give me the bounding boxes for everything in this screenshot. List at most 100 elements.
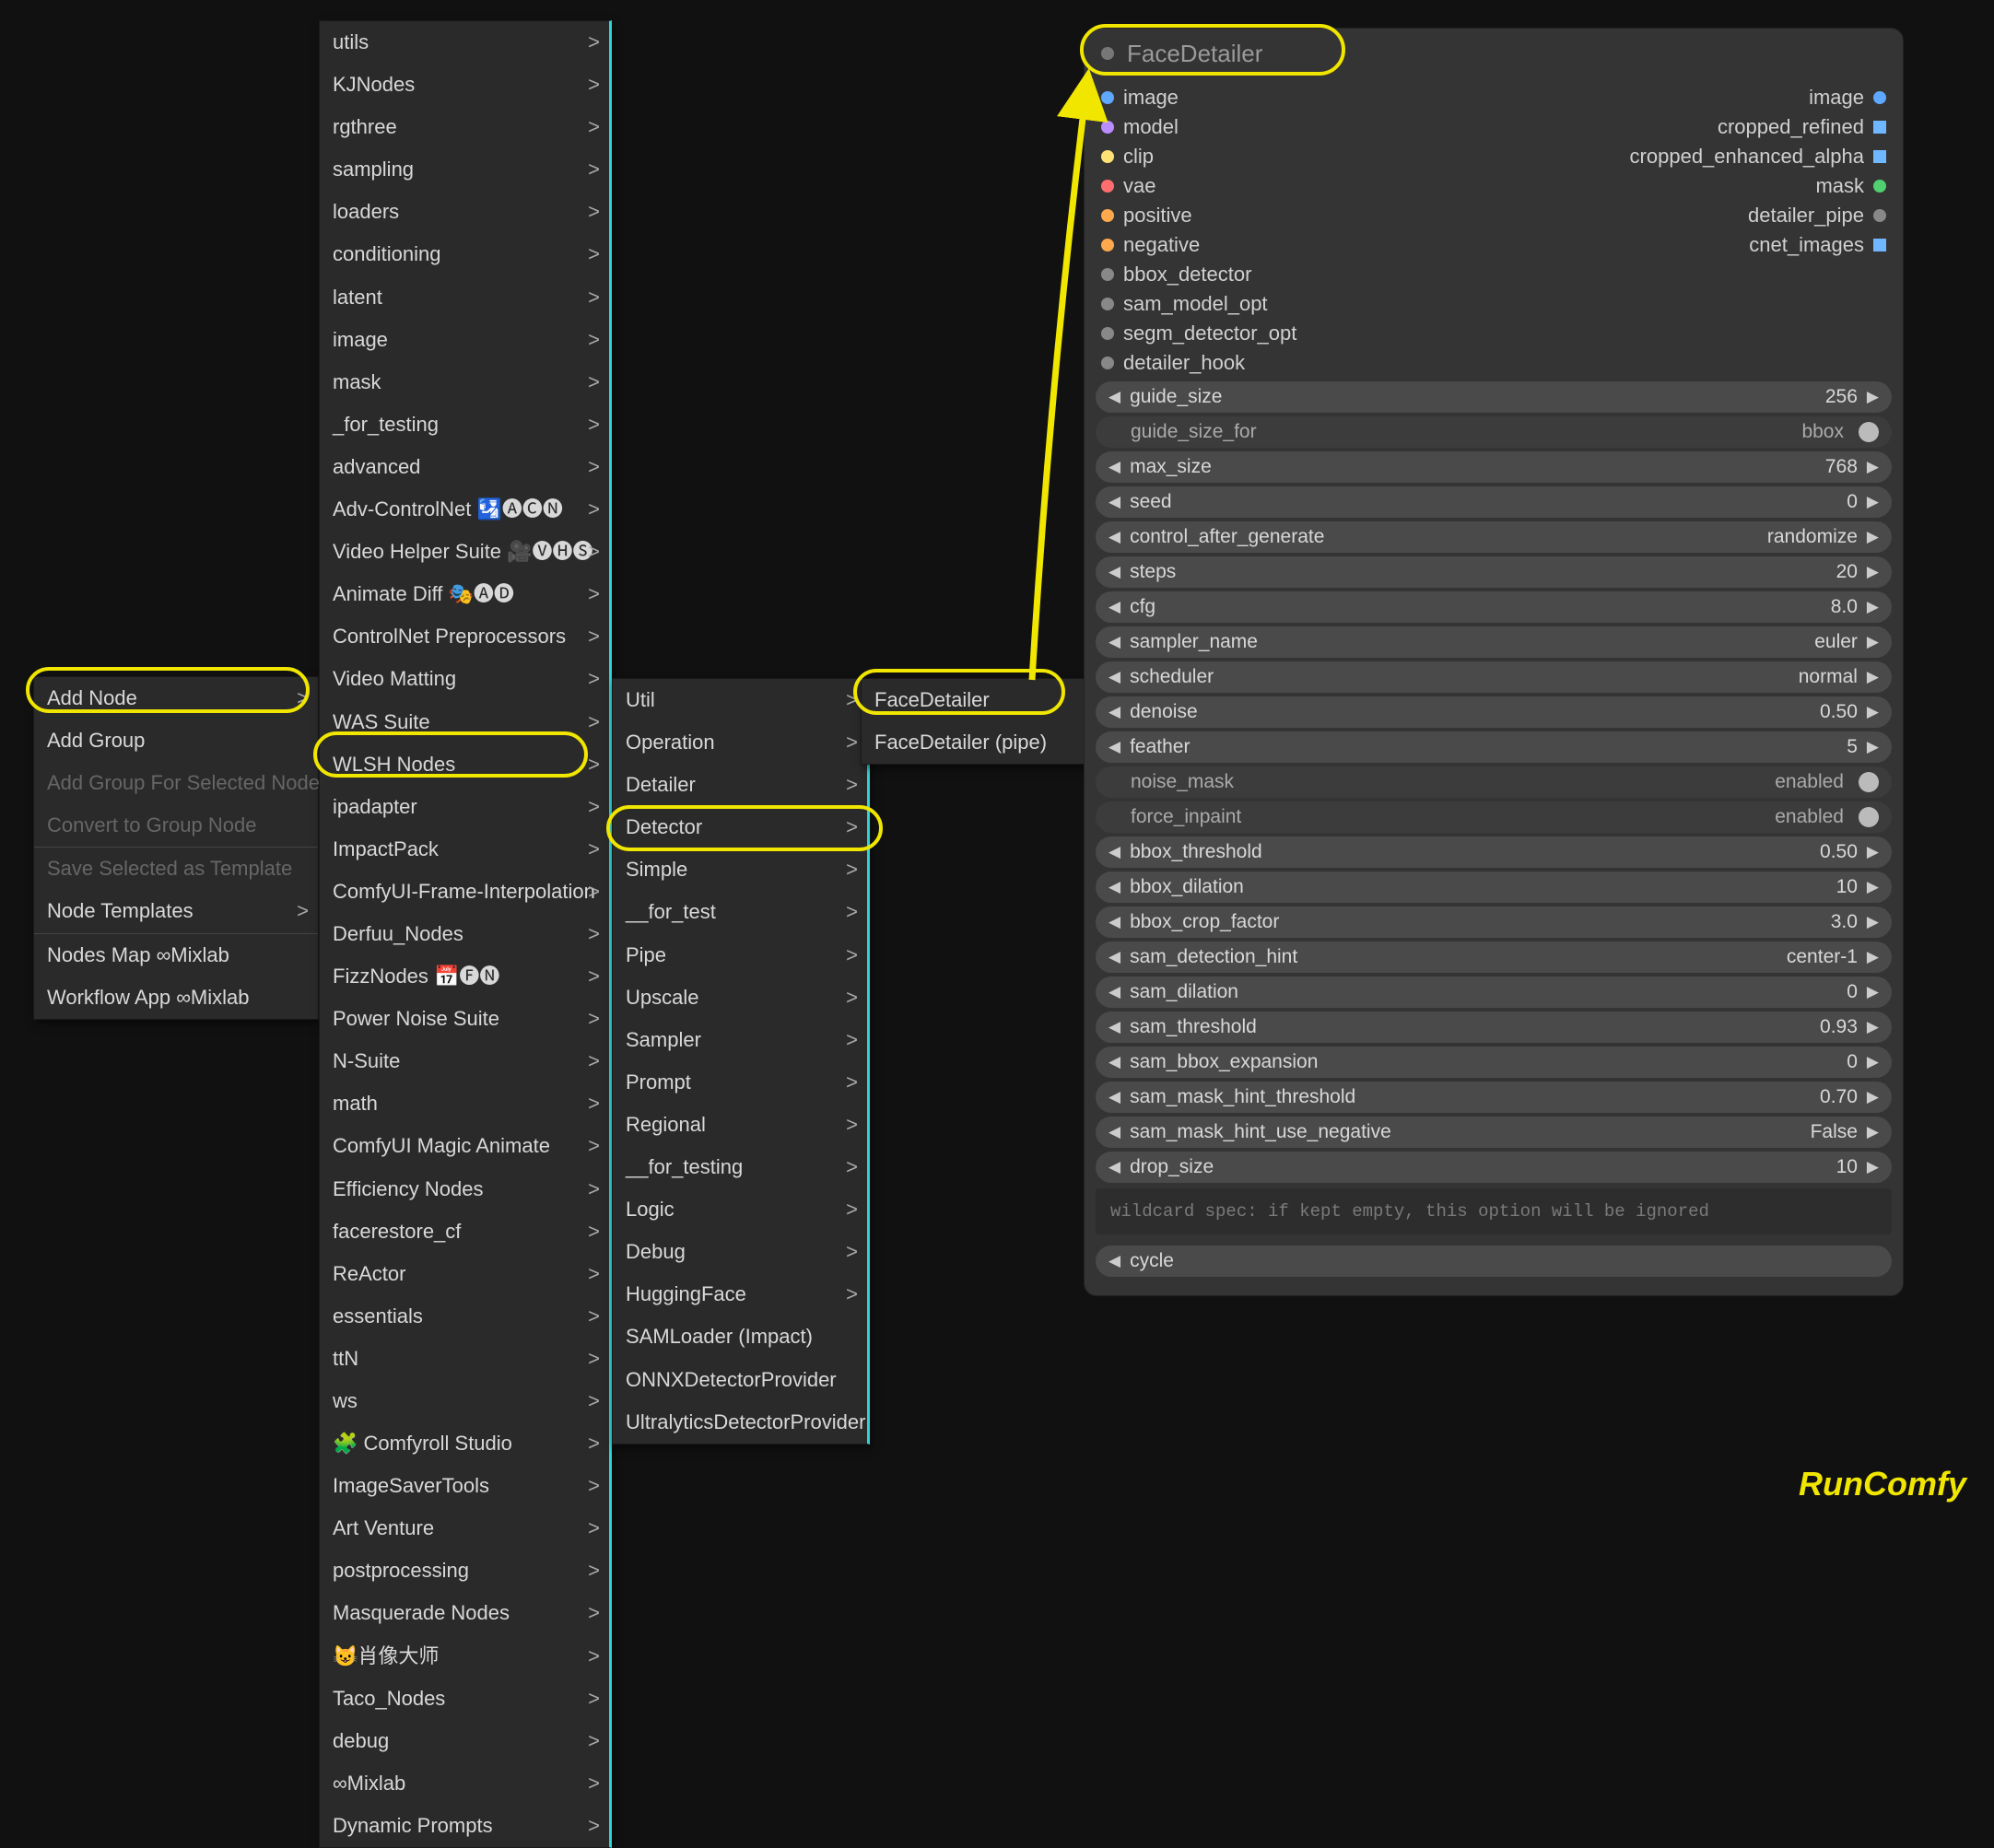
- addnode-item[interactable]: ImpactPack: [320, 828, 609, 871]
- ctx-item-node-templates[interactable]: Node Templates: [34, 890, 318, 932]
- arrow-right-icon[interactable]: [1867, 1053, 1879, 1071]
- addnode-item[interactable]: utils: [320, 21, 609, 64]
- param-bbox_threshold[interactable]: bbox_threshold0.50: [1096, 836, 1892, 868]
- impact-item[interactable]: Prompt: [613, 1061, 867, 1104]
- param-sam_bbox_expansion[interactable]: sam_bbox_expansion0: [1096, 1047, 1892, 1078]
- ctx-item-add-group[interactable]: Add Group: [34, 719, 318, 762]
- toggle-knob[interactable]: [1859, 422, 1879, 442]
- param-drop_size[interactable]: drop_size10: [1096, 1152, 1892, 1183]
- param-cycle[interactable]: cycle: [1096, 1246, 1892, 1277]
- input-socket[interactable]: [1101, 239, 1114, 251]
- output-socket[interactable]: [1873, 150, 1886, 163]
- ctx-item-workflow-app-mixlab[interactable]: Workflow App ∞Mixlab: [34, 977, 318, 1019]
- impact-item[interactable]: Sampler: [613, 1019, 867, 1061]
- input-socket[interactable]: [1101, 268, 1114, 281]
- impact-item[interactable]: HuggingFace: [613, 1273, 867, 1316]
- arrow-left-icon[interactable]: [1108, 878, 1120, 896]
- impact-item[interactable]: Detector: [613, 806, 867, 848]
- arrow-right-icon[interactable]: [1867, 703, 1879, 721]
- addnode-item[interactable]: ComfyUI-Frame-Interpolation: [320, 871, 609, 913]
- addnode-item[interactable]: image: [320, 319, 609, 361]
- addnode-item[interactable]: sampling: [320, 148, 609, 191]
- addnode-item[interactable]: ControlNet Preprocessors: [320, 615, 609, 658]
- impact-item[interactable]: Upscale: [613, 977, 867, 1019]
- addnode-item[interactable]: Derfuu_Nodes: [320, 913, 609, 955]
- addnode-item[interactable]: Animate Diff 🎭🅐🅓: [320, 573, 609, 615]
- input-socket[interactable]: [1101, 209, 1114, 222]
- impact-item[interactable]: Simple: [613, 848, 867, 891]
- param-feather[interactable]: feather5: [1096, 731, 1892, 763]
- addnode-item[interactable]: 😺肖像大师: [320, 1635, 609, 1678]
- impact-item[interactable]: UltralyticsDetectorProvider: [613, 1401, 867, 1444]
- node-title-bar[interactable]: FaceDetailer: [1085, 29, 1903, 77]
- output-socket[interactable]: [1873, 239, 1886, 251]
- toggle-knob[interactable]: [1859, 807, 1879, 827]
- add-node-submenu[interactable]: utilsKJNodesrgthreesamplingloaderscondit…: [319, 20, 612, 1848]
- impact-item[interactable]: Detailer: [613, 764, 867, 806]
- addnode-item[interactable]: ReActor: [320, 1253, 609, 1295]
- arrow-right-icon[interactable]: [1867, 458, 1879, 476]
- param-sam_threshold[interactable]: sam_threshold0.93: [1096, 1012, 1892, 1043]
- arrow-right-icon[interactable]: [1867, 1018, 1879, 1036]
- param-sampler_name[interactable]: sampler_nameeuler: [1096, 626, 1892, 658]
- facedetailer-node[interactable]: FaceDetailer imageimagemodelcropped_refi…: [1084, 28, 1904, 1296]
- addnode-item[interactable]: essentials: [320, 1295, 609, 1338]
- simple-item[interactable]: FaceDetailer: [862, 679, 1118, 721]
- addnode-item[interactable]: N-Suite: [320, 1040, 609, 1082]
- arrow-right-icon[interactable]: [1867, 668, 1879, 686]
- addnode-item[interactable]: Power Noise Suite: [320, 998, 609, 1040]
- arrow-left-icon[interactable]: [1108, 563, 1120, 581]
- addnode-item[interactable]: loaders: [320, 191, 609, 233]
- addnode-item[interactable]: ∞Mixlab: [320, 1762, 609, 1805]
- param-sam_mask_hint_use_negative[interactable]: sam_mask_hint_use_negativeFalse: [1096, 1117, 1892, 1148]
- arrow-left-icon[interactable]: [1108, 668, 1120, 686]
- arrow-right-icon[interactable]: [1867, 598, 1879, 616]
- input-socket[interactable]: [1101, 327, 1114, 340]
- param-bbox_crop_factor[interactable]: bbox_crop_factor3.0: [1096, 906, 1892, 938]
- simple-submenu[interactable]: FaceDetailerFaceDetailer (pipe): [861, 678, 1119, 765]
- arrow-right-icon[interactable]: [1867, 563, 1879, 581]
- addnode-item[interactable]: facerestore_cf: [320, 1211, 609, 1253]
- addnode-item[interactable]: ttN: [320, 1338, 609, 1380]
- arrow-right-icon[interactable]: [1867, 528, 1879, 546]
- impact-item[interactable]: Operation: [613, 721, 867, 764]
- output-socket[interactable]: [1873, 209, 1886, 222]
- addnode-item[interactable]: ws: [320, 1380, 609, 1422]
- addnode-item[interactable]: Masquerade Nodes: [320, 1592, 609, 1634]
- ctx-item-nodes-map-mixlab[interactable]: Nodes Map ∞Mixlab: [34, 934, 318, 977]
- param-sam_mask_hint_threshold[interactable]: sam_mask_hint_threshold0.70: [1096, 1082, 1892, 1113]
- addnode-item[interactable]: Efficiency Nodes: [320, 1168, 609, 1211]
- arrow-right-icon[interactable]: [1867, 493, 1879, 511]
- addnode-item[interactable]: Dynamic Prompts: [320, 1805, 609, 1847]
- arrow-right-icon[interactable]: [1867, 983, 1879, 1001]
- addnode-item[interactable]: Adv-ControlNet 🛂🅐🅒🅝: [320, 488, 609, 531]
- addnode-item[interactable]: KJNodes: [320, 64, 609, 106]
- param-sam_dilation[interactable]: sam_dilation0: [1096, 977, 1892, 1008]
- arrow-right-icon[interactable]: [1867, 843, 1879, 861]
- arrow-left-icon[interactable]: [1108, 1018, 1120, 1036]
- arrow-left-icon[interactable]: [1108, 528, 1120, 546]
- input-socket[interactable]: [1101, 121, 1114, 134]
- param-cfg[interactable]: cfg8.0: [1096, 591, 1892, 623]
- addnode-item[interactable]: Video Matting: [320, 658, 609, 700]
- impactpack-submenu[interactable]: UtilOperationDetailerDetectorSimple__for…: [612, 678, 870, 1444]
- input-socket[interactable]: [1101, 91, 1114, 104]
- impact-item[interactable]: Debug: [613, 1231, 867, 1273]
- arrow-left-icon[interactable]: [1108, 598, 1120, 616]
- arrow-right-icon[interactable]: [1867, 738, 1879, 756]
- node-collapse-dot[interactable]: [1101, 47, 1114, 60]
- addnode-item[interactable]: Art Venture: [320, 1507, 609, 1550]
- param-scheduler[interactable]: schedulernormal: [1096, 661, 1892, 693]
- addnode-item[interactable]: Taco_Nodes: [320, 1678, 609, 1720]
- context-menu[interactable]: Add NodeAdd GroupAdd Group For Selected …: [33, 676, 319, 1020]
- arrow-right-icon[interactable]: [1867, 948, 1879, 966]
- addnode-item[interactable]: mask: [320, 361, 609, 404]
- arrow-right-icon[interactable]: [1867, 878, 1879, 896]
- addnode-item[interactable]: WLSH Nodes: [320, 743, 609, 786]
- arrow-right-icon[interactable]: [1867, 633, 1879, 651]
- addnode-item[interactable]: latent: [320, 276, 609, 319]
- param-force_inpaint[interactable]: force_inpaintenabled: [1096, 801, 1892, 833]
- addnode-item[interactable]: ImageSaverTools: [320, 1465, 609, 1507]
- input-socket[interactable]: [1101, 357, 1114, 369]
- addnode-item[interactable]: ipadapter: [320, 786, 609, 828]
